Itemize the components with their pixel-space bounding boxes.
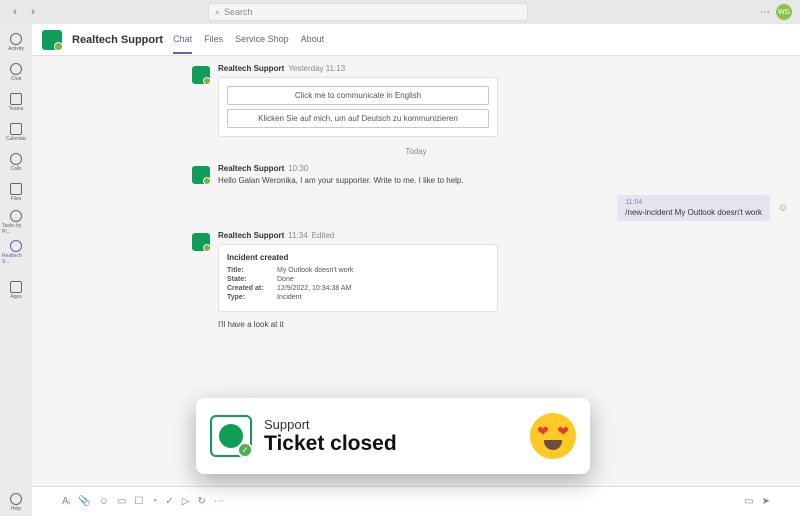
message-text: I'll have a look at it: [218, 320, 770, 329]
format-icon[interactable]: Aᵢ: [62, 496, 70, 507]
timestamp: 11:04: [625, 199, 762, 206]
attach-icon[interactable]: 📎: [78, 496, 90, 507]
message: Realtech Support Yesterday 11:13 Click me…: [192, 64, 770, 137]
message-text: Hello Galan Weronika, I am your supporte…: [218, 176, 770, 185]
bell-icon: [10, 33, 22, 45]
day-separator: Today: [62, 147, 770, 156]
app-icon: [10, 240, 22, 252]
language-card: Click me to communicate in English Klick…: [218, 77, 498, 137]
send-icon[interactable]: ➤: [762, 496, 770, 507]
gif-icon[interactable]: ▭: [117, 496, 126, 507]
incident-card: Incident created Title:My Outlook doesn'…: [218, 244, 498, 312]
notification-subtitle: Support: [264, 417, 518, 432]
teams-icon: [10, 93, 22, 105]
tab-about[interactable]: About: [301, 26, 325, 54]
german-button[interactable]: Klicken Sie auf mich, um auf Deutsch zu …: [227, 109, 489, 128]
schedule-icon[interactable]: ◔: [151, 496, 157, 507]
search-placeholder: Search: [224, 7, 253, 17]
app-rail: Activity Chat Teams Calendar Calls Files…: [0, 24, 32, 516]
notification-title: Ticket closed: [264, 432, 518, 456]
toast-notification[interactable]: ✓ Support Ticket closed: [196, 398, 590, 474]
my-message: 11:04 /new-incident My Outlook doesn't w…: [62, 195, 770, 221]
search-icon: ⌕: [215, 7, 220, 18]
more-icon[interactable]: ⋯: [760, 7, 770, 18]
message: Realtech Support 11:34 Edited Incident cre…: [192, 231, 770, 329]
heart-eyes-emoji-icon: [530, 413, 576, 459]
rail-realtech[interactable]: Realtech S...: [2, 238, 30, 266]
chat-tabs: Chat Files Service Shop About: [173, 26, 324, 54]
sticker-icon[interactable]: ☐: [134, 496, 143, 507]
forward-icon[interactable]: ›: [26, 5, 40, 19]
tab-files[interactable]: Files: [204, 26, 223, 54]
rail-teams[interactable]: Teams: [2, 88, 30, 116]
more-icon[interactable]: ⋯: [214, 496, 224, 507]
rail-chat[interactable]: Chat: [2, 58, 30, 86]
sender-name: Realtech Support: [218, 164, 284, 173]
rail-help[interactable]: Help: [2, 488, 30, 516]
tasks-icon: [10, 210, 22, 222]
files-icon: [10, 183, 22, 195]
stream-icon[interactable]: ▷: [182, 496, 190, 507]
emoji-icon[interactable]: ☺: [99, 496, 109, 507]
chat-icon: [10, 63, 22, 75]
rail-calls[interactable]: Calls: [2, 148, 30, 176]
title-bar: ‹ › ⌕ Search ⋯ WG: [0, 0, 800, 24]
bot-avatar-icon: [192, 166, 210, 184]
notification-app-icon: ✓: [210, 415, 252, 457]
english-button[interactable]: Click me to communicate in English: [227, 86, 489, 105]
timestamp: 10:30: [288, 164, 308, 173]
search-input[interactable]: ⌕ Search: [208, 3, 528, 21]
message-composer[interactable]: Aᵢ 📎 ☺ ▭ ☐ ◔ ✓ ▷ ↻ ⋯ ▭ ➤: [32, 486, 800, 516]
rail-tasks[interactable]: Tasks by Pl...: [2, 208, 30, 236]
nav-arrows: ‹ ›: [8, 5, 40, 19]
bot-avatar-icon: [192, 233, 210, 251]
incident-heading: Incident created: [227, 253, 489, 262]
chat-header: Realtech Support Chat Files Service Shop…: [32, 24, 800, 56]
sender-name: Realtech Support: [218, 64, 284, 73]
check-icon: ✓: [237, 442, 253, 458]
timestamp: 11:34: [288, 231, 307, 240]
approvals-icon[interactable]: ✓: [165, 496, 173, 507]
chat-title: Realtech Support: [72, 34, 163, 46]
video-icon[interactable]: ▭: [744, 496, 753, 507]
message-text: /new-incident My Outlook doesn't work: [625, 208, 762, 217]
rail-apps[interactable]: Apps: [2, 276, 30, 304]
user-avatar[interactable]: WG: [776, 4, 792, 20]
timestamp: Yesterday 11:13: [288, 64, 345, 73]
rail-calendar[interactable]: Calendar: [2, 118, 30, 146]
tab-chat[interactable]: Chat: [173, 26, 192, 54]
tab-service-shop[interactable]: Service Shop: [235, 26, 289, 54]
apps-icon: [10, 281, 22, 293]
sender-name: Realtech Support: [218, 231, 284, 240]
loop-icon[interactable]: ↻: [197, 496, 205, 507]
message: Realtech Support 10:30 Hello Galan Weroni…: [192, 164, 770, 185]
calls-icon: [10, 153, 22, 165]
rail-activity[interactable]: Activity: [2, 28, 30, 56]
react-icon[interactable]: ☺: [778, 203, 788, 214]
edited-label: Edited: [312, 231, 335, 240]
bot-avatar-icon: [42, 30, 62, 50]
back-icon[interactable]: ‹: [8, 5, 22, 19]
calendar-icon: [10, 123, 22, 135]
bot-avatar-icon: [192, 66, 210, 84]
rail-files[interactable]: Files: [2, 178, 30, 206]
help-icon: [10, 493, 22, 505]
